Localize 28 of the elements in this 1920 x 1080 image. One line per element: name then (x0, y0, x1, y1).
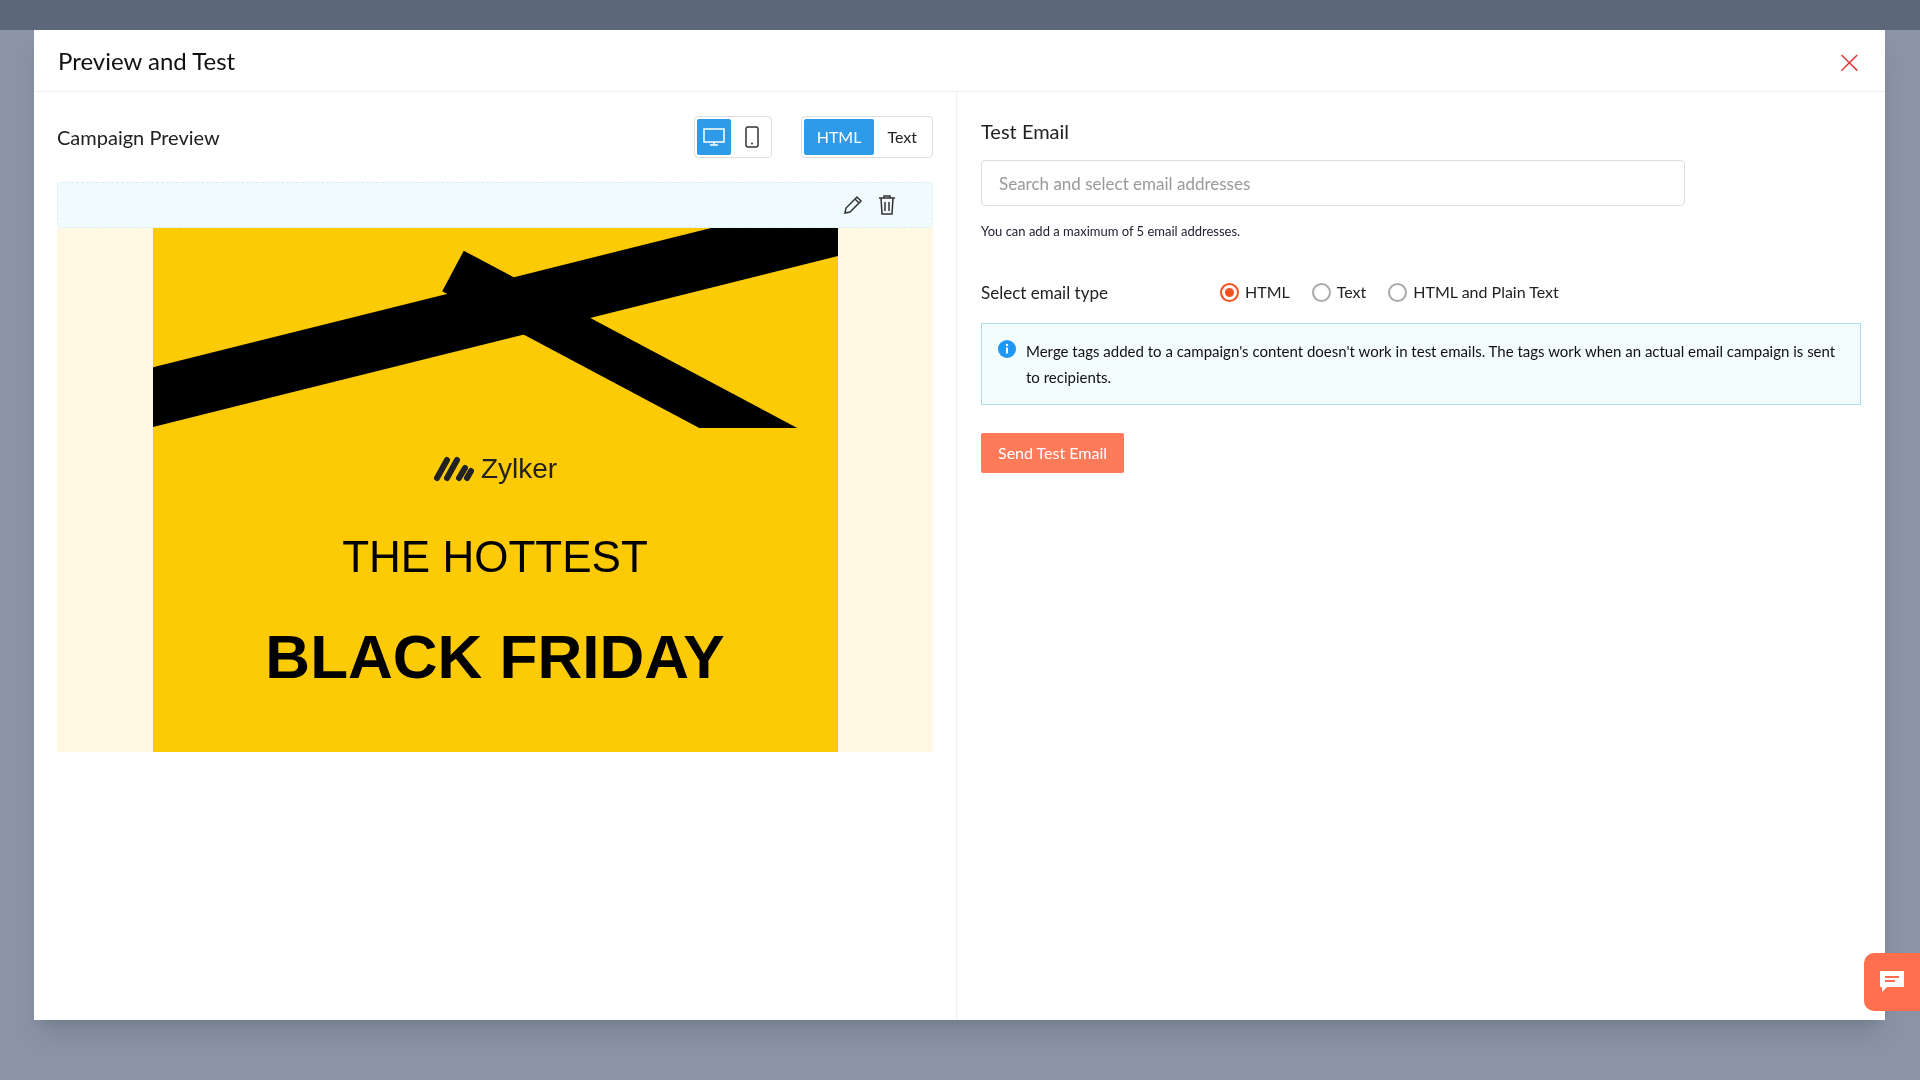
section-heading: Test Email (981, 118, 1071, 145)
search-field[interactable]: Search and select email addresses (981, 160, 1685, 206)
edit-icon[interactable] (842, 194, 864, 216)
chat-button[interactable] (1864, 953, 1920, 1011)
radio-button[interactable] (1220, 282, 1239, 302)
phone-icon (744, 126, 759, 148)
email-title: BLACK FRIDAY (265, 626, 725, 688)
chat-icon (1878, 969, 1906, 995)
radio-label: HTML and Plain Text (1413, 281, 1559, 304)
close-button[interactable]: × (1837, 40, 1861, 81)
section-heading: Campaign Preview (57, 124, 221, 151)
delete-icon[interactable] (878, 194, 896, 216)
send-button[interactable]: Send Test Email (981, 433, 1125, 473)
radio-label: Text (1336, 281, 1367, 304)
brand-name: Zylker (480, 452, 558, 486)
hint-text: You can add a maximum of 5 email addresses. (981, 222, 1242, 241)
device-toggle[interactable] (696, 119, 731, 155)
dialog-title: Preview and Test (58, 44, 236, 77)
desktop-icon (702, 127, 725, 147)
field-label: Select email type (981, 280, 1109, 305)
radio-button[interactable] (1388, 282, 1408, 302)
radio-label: HTML (1245, 281, 1290, 304)
info-text: Merge tags added to a campaign's content doesn't work in test emails. The tags work when an actual email campaign is sent to recipients. (1026, 341, 1837, 388)
info-icon (998, 340, 1016, 358)
format-tab[interactable]: HTML (803, 119, 875, 155)
email-headline: THE HOTTEST (342, 531, 648, 583)
radio-button[interactable] (1311, 282, 1331, 302)
logo-icon (432, 456, 475, 482)
